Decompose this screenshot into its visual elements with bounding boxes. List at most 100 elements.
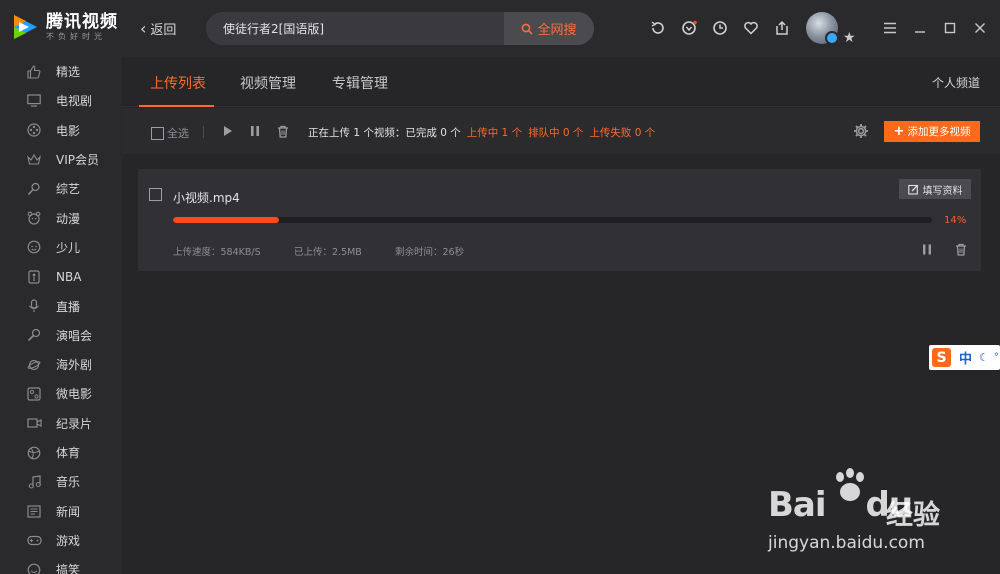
tencent-video-logo-icon bbox=[10, 12, 40, 42]
sidebar-item[interactable]: NBA bbox=[0, 262, 122, 291]
upload-item-card: 小视频.mp4 填写资料 14% 上传速度：584KB/S 已上传：2.5MB … bbox=[138, 169, 981, 271]
window-controls bbox=[880, 18, 1000, 38]
sidebar-item[interactable]: 搞笑 bbox=[0, 555, 122, 574]
upload-toolbar: 全选 正在上传 1 个视频：已完成 0 个上传中 1 个排队中 0 个上传失败 … bbox=[122, 108, 1000, 154]
play-icon bbox=[224, 126, 232, 136]
sidebar-item[interactable]: 音乐 bbox=[0, 467, 122, 496]
ime-toolbar[interactable]: S 中 ☾ ° bbox=[929, 345, 1000, 370]
select-all-checkbox[interactable]: 全选 bbox=[151, 125, 189, 141]
personal-channel-link[interactable]: 个人频道 bbox=[932, 74, 980, 91]
tab-video-management[interactable]: 视频管理 bbox=[240, 73, 296, 93]
status-uploading: 上传中 1 个 bbox=[466, 127, 523, 139]
newspaper-icon bbox=[25, 502, 43, 520]
sidebar-item[interactable]: 演唱会 bbox=[0, 321, 122, 350]
add-more-videos-button[interactable]: + 添加更多视频 bbox=[884, 121, 980, 142]
pause-all-button[interactable] bbox=[248, 124, 262, 138]
sidebar-item[interactable]: VIP会员 bbox=[0, 145, 122, 174]
sidebar-item[interactable]: 电视剧 bbox=[0, 86, 122, 115]
search-button-label: 全网搜 bbox=[537, 23, 577, 38]
sidebar-item[interactable]: 电影 bbox=[0, 116, 122, 145]
cartoon-icon bbox=[25, 209, 43, 227]
sidebar-nav: 精选电视剧 电影 VIP会员综艺动漫少儿 NBA 直播演唱会海外剧微电影纪录片体育音乐新… bbox=[0, 57, 122, 574]
search-input[interactable] bbox=[206, 12, 504, 45]
pause-upload-button[interactable] bbox=[921, 243, 933, 255]
upload-progress-fill bbox=[173, 217, 280, 223]
favorites-icon[interactable] bbox=[679, 18, 699, 38]
app-slogan: 不负好时光 bbox=[46, 31, 106, 41]
sidebar-item[interactable]: 少儿 bbox=[0, 233, 122, 262]
upload-status-text: 正在上传 1 个视频：已完成 0 个上传中 1 个排队中 0 个上传失败 0 个 bbox=[308, 125, 655, 140]
minimize-icon[interactable] bbox=[910, 18, 930, 38]
trash-icon bbox=[278, 125, 288, 138]
remaining-time: 剩余时间：26秒 bbox=[395, 247, 465, 258]
heart-icon[interactable] bbox=[741, 18, 761, 38]
sidebar-item-label: 精选 bbox=[56, 65, 81, 80]
nba-icon bbox=[25, 268, 43, 286]
sidebar-item[interactable]: 新闻 bbox=[0, 496, 122, 525]
sidebar-item-label: 海外剧 bbox=[56, 358, 93, 373]
back-button[interactable]: ‹ 返回 bbox=[140, 19, 176, 38]
history-icon[interactable] bbox=[648, 18, 668, 38]
fill-info-label: 填写资料 bbox=[922, 185, 963, 197]
clock-icon[interactable] bbox=[710, 18, 730, 38]
top-bar: 腾讯视频 不负好时光 ‹ 返回 全网搜 ★ bbox=[0, 0, 1000, 57]
uploaded-size: 已上传：2.5MB bbox=[294, 247, 362, 258]
select-all-label: 全选 bbox=[167, 127, 189, 140]
settings-gear-icon[interactable] bbox=[853, 123, 869, 139]
sidebar-item[interactable]: 微电影 bbox=[0, 379, 122, 408]
upload-icon[interactable] bbox=[772, 18, 792, 38]
toolbar-icons bbox=[648, 18, 803, 38]
tab-album-management[interactable]: 专辑管理 bbox=[332, 73, 388, 93]
checkbox-box bbox=[151, 126, 164, 140]
upload-progress-bar bbox=[173, 217, 932, 223]
sidebar-item-label: 音乐 bbox=[56, 475, 81, 490]
punctuation-icon: ° bbox=[993, 352, 999, 363]
sidebar-item-label: 直播 bbox=[56, 299, 81, 314]
fill-info-button[interactable]: 填写资料 bbox=[899, 179, 971, 199]
tab-upload-list[interactable]: 上传列表 bbox=[150, 73, 206, 93]
sidebar-item-label: 体育 bbox=[56, 446, 81, 460]
vip-crown-icon bbox=[25, 151, 43, 169]
music-note-icon bbox=[25, 473, 43, 491]
status-failed: 上传失败 0 个 bbox=[589, 127, 656, 139]
sidebar-item-label: 演唱会 bbox=[56, 328, 93, 343]
pause-icon bbox=[923, 244, 931, 254]
upload-item-checkbox[interactable] bbox=[149, 188, 162, 201]
menu-icon[interactable] bbox=[880, 18, 900, 38]
sidebar-item[interactable]: 体育 bbox=[0, 438, 122, 467]
play-all-button[interactable] bbox=[221, 124, 235, 138]
add-button-label: 添加更多视频 bbox=[907, 126, 971, 138]
sidebar-item[interactable]: 游戏 bbox=[0, 526, 122, 555]
sidebar-item-label: 动漫 bbox=[56, 211, 81, 226]
maximize-icon[interactable] bbox=[940, 18, 960, 38]
moon-icon: ☾ bbox=[979, 351, 989, 364]
search-icon bbox=[522, 23, 534, 35]
sidebar-item-label: 纪录片 bbox=[56, 416, 93, 431]
edit-icon bbox=[907, 184, 918, 195]
delete-all-button[interactable] bbox=[276, 124, 290, 138]
search-bar: 全网搜 bbox=[206, 12, 594, 45]
close-icon[interactable] bbox=[970, 18, 990, 38]
sidebar-item-label: VIP会员 bbox=[56, 153, 99, 168]
upload-percent: 14% bbox=[944, 215, 967, 226]
sidebar-item[interactable]: 动漫 bbox=[0, 203, 122, 232]
projector-icon bbox=[25, 385, 43, 403]
divider bbox=[203, 126, 204, 138]
microphone-star-icon bbox=[25, 180, 43, 198]
main-content: 上传列表 视频管理 专辑管理 个人频道 全选 正在上传 1 个视频：已完成 0 … bbox=[122, 57, 1000, 574]
trash-icon bbox=[956, 243, 966, 256]
search-all-button[interactable]: 全网搜 bbox=[504, 12, 594, 45]
app-logo[interactable]: 腾讯视频 不负好时光 bbox=[10, 12, 118, 42]
tab-bar: 上传列表 视频管理 专辑管理 个人频道 bbox=[122, 57, 1000, 107]
sidebar-item-label: 搞笑 bbox=[56, 563, 81, 574]
sidebar-item[interactable]: 综艺 bbox=[0, 174, 122, 203]
status-queued: 排队中 0 个 bbox=[528, 127, 584, 139]
sidebar-item[interactable]: 纪录片 bbox=[0, 409, 122, 438]
sidebar-item[interactable]: 海外剧 bbox=[0, 350, 122, 379]
planet-icon bbox=[25, 356, 43, 374]
sidebar-item-label: 微电影 bbox=[56, 387, 93, 402]
delete-upload-button[interactable] bbox=[955, 243, 967, 256]
sidebar-item[interactable]: 精选 bbox=[0, 57, 122, 86]
sidebar-item[interactable]: 直播 bbox=[0, 291, 122, 320]
vip-star-icon[interactable]: ★ bbox=[843, 30, 856, 46]
